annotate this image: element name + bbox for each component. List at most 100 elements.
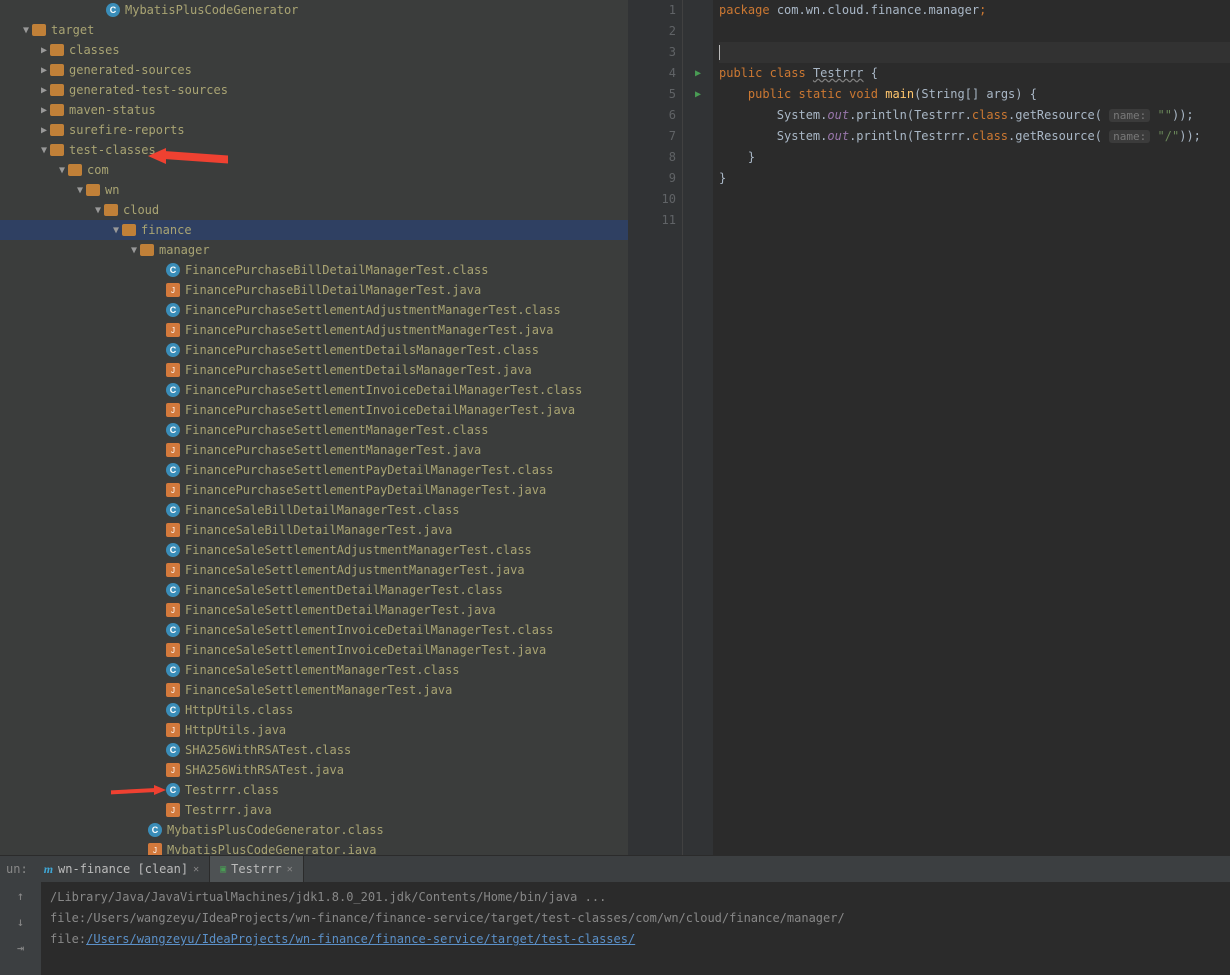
file-label: FinancePurchaseSettlementInvoiceDetailMa… xyxy=(185,383,582,397)
java-icon: J xyxy=(166,403,180,417)
twistie-icon[interactable]: ▼ xyxy=(74,185,86,196)
tree-item[interactable]: ▼ wn xyxy=(0,180,628,200)
tree-item[interactable]: J FinancePurchaseSettlementInvoiceDetail… xyxy=(0,400,628,420)
tree-item[interactable]: J SHA256WithRSATest.java xyxy=(0,760,628,780)
tree-item[interactable]: C FinancePurchaseSettlementAdjustmentMan… xyxy=(0,300,628,320)
twistie-icon[interactable]: ▼ xyxy=(128,245,140,256)
twistie-icon[interactable]: ▶ xyxy=(38,105,50,116)
file-label: FinancePurchaseSettlementManagerTest.cla… xyxy=(185,423,488,437)
tree-item[interactable]: C FinanceSaleSettlementAdjustmentManager… xyxy=(0,540,628,560)
file-label: FinanceSaleSettlementManagerTest.java xyxy=(185,683,452,697)
file-label: FinanceSaleBillDetailManagerTest.java xyxy=(185,523,452,537)
caret-icon xyxy=(719,45,720,60)
tree-item[interactable]: J HttpUtils.java xyxy=(0,720,628,740)
project-tree[interactable]: C MybatisPlusCodeGenerator ▼ target ▶ cl… xyxy=(0,0,628,855)
file-label: SHA256WithRSATest.java xyxy=(185,763,344,777)
tree-item[interactable]: C FinancePurchaseSettlementDetailsManage… xyxy=(0,340,628,360)
twistie-icon[interactable]: ▼ xyxy=(38,145,50,156)
code-editor[interactable]: 123 456 789 1011 ▶ ▶ package com.wn.clou… xyxy=(628,0,1230,855)
tree-item[interactable]: J FinanceSaleSettlementDetailManagerTest… xyxy=(0,600,628,620)
tree-item[interactable]: J Testrrr.java xyxy=(0,800,628,820)
java-icon: J xyxy=(166,803,180,817)
java-icon: J xyxy=(148,843,162,855)
tree-item[interactable]: ▼ test-classes xyxy=(0,140,628,160)
maven-icon: m xyxy=(44,862,53,877)
twistie-icon[interactable]: ▶ xyxy=(38,65,50,76)
tree-item[interactable]: C MybatisPlusCodeGenerator xyxy=(0,0,628,20)
twistie-icon[interactable]: ▶ xyxy=(38,85,50,96)
twistie-icon[interactable]: ▼ xyxy=(20,25,32,36)
run-gutter-icon[interactable]: ▶ xyxy=(683,84,713,105)
tree-item[interactable]: J FinancePurchaseSettlementAdjustmentMan… xyxy=(0,320,628,340)
tree-item[interactable]: C SHA256WithRSATest.class xyxy=(0,740,628,760)
folder-label: generated-sources xyxy=(69,63,192,77)
file-label: Testrrr.class xyxy=(185,783,279,797)
tree-item[interactable]: ▼ manager xyxy=(0,240,628,260)
folder-label: target xyxy=(51,23,94,37)
tree-item[interactable]: ▶ maven-status xyxy=(0,100,628,120)
tree-item[interactable]: ▶ surefire-reports xyxy=(0,120,628,140)
twistie-icon[interactable]: ▼ xyxy=(110,225,122,236)
tree-item[interactable]: C FinanceSaleBillDetailManagerTest.class xyxy=(0,500,628,520)
file-label: FinancePurchaseSettlementManagerTest.jav… xyxy=(185,443,481,457)
folder-icon xyxy=(140,244,154,256)
tree-item[interactable]: J FinancePurchaseSettlementDetailsManage… xyxy=(0,360,628,380)
tree-item[interactable]: C Testrrr.class xyxy=(0,780,628,800)
file-label: FinanceSaleSettlementAdjustmentManagerTe… xyxy=(185,543,532,557)
tree-item[interactable]: C FinanceSaleSettlementManagerTest.class xyxy=(0,660,628,680)
file-label: FinancePurchaseSettlementAdjustmentManag… xyxy=(185,323,553,337)
down-arrow-icon[interactable]: ↓ xyxy=(9,912,33,932)
tree-item[interactable]: C HttpUtils.class xyxy=(0,700,628,720)
file-label: HttpUtils.java xyxy=(185,723,286,737)
class-icon: C xyxy=(166,623,180,637)
console-link[interactable]: /Users/wangzeyu/IdeaProjects/wn-finance/… xyxy=(86,932,635,946)
tree-item[interactable]: ▼ com xyxy=(0,160,628,180)
tree-item[interactable]: ▼ target xyxy=(0,20,628,40)
file-label: FinancePurchaseSettlementDetailsManagerT… xyxy=(185,343,539,357)
twistie-icon[interactable]: ▶ xyxy=(38,125,50,136)
tree-item[interactable]: ▼ finance xyxy=(0,220,628,240)
tree-item[interactable]: J FinanceSaleSettlementManagerTest.java xyxy=(0,680,628,700)
tree-item[interactable]: C FinancePurchaseSettlementInvoiceDetail… xyxy=(0,380,628,400)
tree-item[interactable]: C FinancePurchaseSettlementManagerTest.c… xyxy=(0,420,628,440)
tree-item[interactable]: J FinancePurchaseSettlementPayDetailMana… xyxy=(0,480,628,500)
tab-clean[interactable]: m wn-finance [clean] ✕ xyxy=(34,856,210,882)
file-label: FinanceSaleSettlementManagerTest.class xyxy=(185,663,460,677)
wrap-icon[interactable]: ⇥ xyxy=(9,938,33,958)
tree-item[interactable]: J FinanceSaleSettlementInvoiceDetailMana… xyxy=(0,640,628,660)
up-arrow-icon[interactable]: ↑ xyxy=(9,886,33,906)
tree-item[interactable]: J FinanceSaleBillDetailManagerTest.java xyxy=(0,520,628,540)
console-output[interactable]: /Library/Java/JavaVirtualMachines/jdk1.8… xyxy=(42,882,1230,975)
code-area[interactable]: package com.wn.cloud.finance.manager; pu… xyxy=(713,0,1230,855)
twistie-icon[interactable]: ▼ xyxy=(92,205,104,216)
tree-item[interactable]: ▶ generated-test-sources xyxy=(0,80,628,100)
tree-item[interactable]: J FinancePurchaseBillDetailManagerTest.j… xyxy=(0,280,628,300)
tree-item[interactable]: C FinancePurchaseBillDetailManagerTest.c… xyxy=(0,260,628,280)
tree-item[interactable]: J FinancePurchaseSettlementManagerTest.j… xyxy=(0,440,628,460)
tree-item[interactable]: C MybatisPlusCodeGenerator.class xyxy=(0,820,628,840)
close-icon[interactable]: ✕ xyxy=(193,864,199,875)
folder-label: wn xyxy=(105,183,119,197)
console-line: /Library/Java/JavaVirtualMachines/jdk1.8… xyxy=(50,887,1222,908)
tree-item[interactable]: ▶ generated-sources xyxy=(0,60,628,80)
tree-item[interactable]: J FinanceSaleSettlementAdjustmentManager… xyxy=(0,560,628,580)
class-icon: C xyxy=(106,3,120,17)
tab-testrrr[interactable]: ▣ Testrrr ✕ xyxy=(210,856,304,882)
tree-item[interactable]: ▼ cloud xyxy=(0,200,628,220)
tree-item[interactable]: ▶ classes xyxy=(0,40,628,60)
tree-item[interactable]: C FinanceSaleSettlementInvoiceDetailMana… xyxy=(0,620,628,640)
close-icon[interactable]: ✕ xyxy=(287,864,293,875)
run-gutter-icon[interactable]: ▶ xyxy=(683,63,713,84)
tree-item[interactable]: C FinancePurchaseSettlementPayDetailMana… xyxy=(0,460,628,480)
file-label: FinanceSaleBillDetailManagerTest.class xyxy=(185,503,460,517)
tree-item[interactable]: C FinanceSaleSettlementDetailManagerTest… xyxy=(0,580,628,600)
class-icon: C xyxy=(166,303,180,317)
marker-gutter: ▶ ▶ xyxy=(683,0,713,855)
twistie-icon[interactable]: ▼ xyxy=(56,165,68,176)
twistie-icon[interactable]: ▶ xyxy=(38,45,50,56)
tree-item[interactable]: J MvbatisPlusCodeGenerator.iava xyxy=(0,840,628,855)
java-icon: J xyxy=(166,283,180,297)
class-icon: C xyxy=(166,463,180,477)
java-icon: J xyxy=(166,563,180,577)
file-label: Testrrr.java xyxy=(185,803,272,817)
